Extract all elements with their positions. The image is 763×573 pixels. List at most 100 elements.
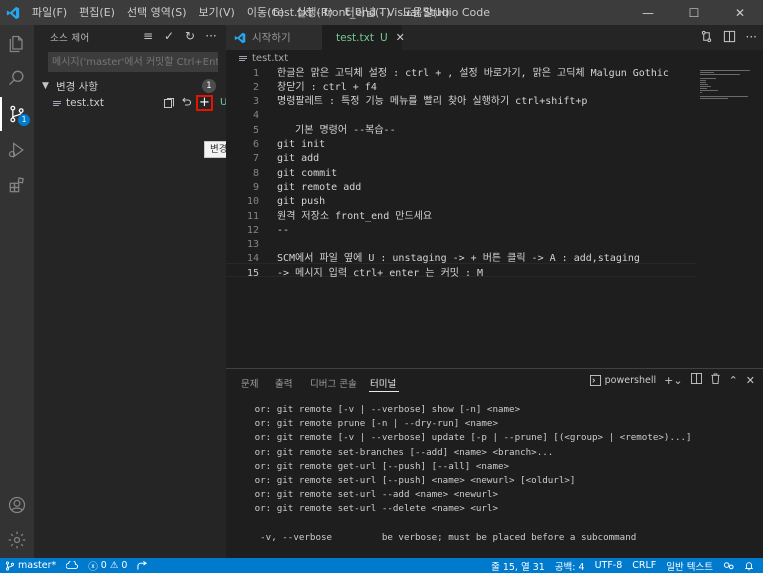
terminal-text: or: git remote set-url --delete <name> <… — [238, 503, 498, 515]
source-control-icon[interactable] — [0, 97, 34, 131]
terminal-text: or: git remote get-url [--push] [--all] … — [238, 460, 510, 472]
feedback-icon[interactable] — [718, 561, 739, 571]
more-actions-icon[interactable]: ··· — [746, 30, 757, 46]
view-as-list-icon[interactable]: ≡ — [141, 29, 155, 43]
more-actions-icon[interactable]: ··· — [204, 29, 218, 43]
code-line[interactable]: 6 git init — [226, 138, 696, 152]
code-line[interactable]: 3 명령팔레트 : 특정 기능 메뉴를 빨리 찾아 실행하기 ctrl+shift… — [226, 95, 696, 109]
account-icon[interactable] — [0, 488, 34, 522]
settings-gear-icon[interactable] — [0, 523, 34, 557]
minimap-line — [700, 88, 707, 89]
kill-terminal-icon[interactable] — [710, 373, 721, 387]
stage-changes-button[interactable]: + — [196, 94, 213, 111]
line-number: 10 — [246, 196, 259, 208]
tab-test-txt[interactable]: test.txt U ✕ — [322, 25, 405, 50]
discard-changes-icon[interactable] — [179, 96, 192, 109]
changed-file-row[interactable]: test.txt + U — [34, 94, 227, 111]
changes-group-header[interactable]: ▼ 변경 사항 1 — [34, 77, 226, 95]
menu-go[interactable]: 이동(G) — [241, 0, 290, 25]
menu-run[interactable]: 실행(R) — [290, 0, 338, 25]
language-mode[interactable]: 일반 텍스트 — [661, 559, 718, 573]
menu-file[interactable]: 파일(F) — [26, 0, 73, 25]
menu-help[interactable]: 도움말(H) — [396, 0, 455, 25]
terminal-line: or: git remote set-url --delete <name> <… — [238, 502, 758, 516]
line-number: 7 — [252, 153, 259, 165]
code-line[interactable]: 11 원격 저장소 front_end 만드세요 — [226, 210, 696, 224]
code-line[interactable]: 9 git remote add — [226, 181, 696, 195]
code-line[interactable]: 7 git add — [226, 152, 696, 166]
tab-welcome[interactable]: 시작하기 — [226, 25, 322, 50]
cursor-position[interactable]: 줄 15, 열 31 — [486, 559, 550, 573]
menu-view[interactable]: 보기(V) — [192, 0, 240, 25]
line-number: 13 — [246, 239, 259, 251]
tab-terminal[interactable]: 터미널 — [370, 376, 396, 390]
code-text: git push — [277, 196, 326, 208]
open-file-icon[interactable] — [162, 96, 175, 109]
open-changes-icon[interactable] — [700, 30, 713, 46]
refresh-icon[interactable]: ↻ — [183, 29, 197, 43]
breadcrumb[interactable]: test.txt — [226, 50, 763, 66]
branch-icon — [5, 561, 15, 570]
shell-selector[interactable]: powershell — [589, 374, 656, 386]
code-line[interactable]: 2 창닫기 : ctrl + f4 — [226, 81, 696, 95]
text-file-icon — [53, 100, 61, 106]
extensions-icon[interactable] — [0, 168, 34, 202]
minimize-button[interactable]: — — [625, 0, 671, 25]
branch-indicator[interactable]: master* — [0, 560, 61, 571]
menu-terminal[interactable]: 터미널(T) — [339, 0, 397, 25]
scm-count-badge: 1 — [18, 114, 30, 126]
code-line[interactable]: 1 한글은 맑은 고딕체 설정 : ctrl + , 설정 바로가기, 맑은 고딕… — [226, 67, 696, 81]
code-line[interactable]: 12 -- — [226, 224, 696, 238]
vscode-tab-icon — [234, 32, 246, 43]
code-line[interactable]: 14 SCM에서 파일 옆에 U : unstaging -> + 버튼 클릭 -… — [226, 252, 696, 266]
maximize-panel-icon[interactable]: ⌃ — [729, 374, 738, 387]
code-line[interactable]: 8 git commit — [226, 167, 696, 181]
code-text: git commit — [277, 167, 338, 179]
close-tab-icon[interactable]: ✕ — [396, 31, 405, 44]
changes-count-badge: 1 — [202, 79, 216, 93]
terminal-icon — [589, 374, 601, 386]
window-controls: — ☐ ✕ — [625, 0, 763, 25]
commit-message-input[interactable] — [48, 52, 218, 72]
problems-indicator[interactable]: ⓧ 0 ⚠ 0 — [83, 559, 132, 573]
split-editor-icon[interactable] — [723, 30, 736, 46]
tab-problems[interactable]: 문제 — [241, 376, 258, 390]
indentation[interactable]: 공백: 4 — [550, 559, 590, 573]
menu-selection[interactable]: 선택 영역(S) — [121, 0, 193, 25]
run-debug-icon[interactable] — [0, 133, 34, 167]
close-panel-icon[interactable]: ✕ — [746, 374, 755, 387]
line-number: 2 — [252, 81, 259, 93]
code-line[interactable]: 13 — [226, 238, 696, 252]
maximize-button[interactable]: ☐ — [671, 0, 717, 25]
explorer-icon[interactable] — [0, 27, 34, 61]
terminal-text: -v, --verbose be verbose; must be placed… — [238, 531, 637, 543]
code-line[interactable]: 10 git push — [226, 195, 696, 209]
tab-output[interactable]: 출력 — [275, 376, 292, 390]
panel-actions: powershell +⌄ ⌃ ✕ — [589, 373, 755, 387]
minimap-line — [700, 70, 750, 71]
commit-check-icon[interactable]: ✓ — [162, 29, 176, 43]
end-of-line[interactable]: CRLF — [627, 560, 661, 571]
tab-debug-console[interactable]: 디버그 콘솔 — [310, 376, 357, 390]
live-share-icon[interactable] — [132, 560, 153, 571]
sync-icon[interactable] — [61, 560, 83, 571]
menu-edit[interactable]: 편집(E) — [73, 0, 121, 25]
search-icon[interactable] — [0, 61, 34, 95]
minimap[interactable] — [696, 66, 763, 360]
code-line[interactable]: 5 기본 명령어 --복습-- — [226, 124, 696, 138]
warning-icon: ⚠ — [109, 560, 119, 571]
split-terminal-icon[interactable] — [690, 373, 702, 387]
changed-file-name: test.txt — [66, 96, 104, 109]
minimap-line — [700, 86, 711, 87]
encoding[interactable]: UTF-8 — [590, 560, 628, 571]
terminal-output[interactable]: or: git remote [-v | --verbose] show [-n… — [238, 403, 758, 573]
close-window-button[interactable]: ✕ — [717, 0, 763, 25]
code-text: git init — [277, 139, 326, 150]
code-line[interactable]: 15 -> 메시지 입력 ctrl+ enter 는 커밋 : M — [226, 267, 696, 281]
notifications-bell-icon[interactable] — [739, 561, 759, 571]
new-terminal-icon[interactable]: +⌄ — [664, 374, 682, 387]
code-text: 명령팔레트 : 특정 기능 메뉴를 빨리 찾아 실행하기 ctrl+shift+… — [277, 96, 588, 108]
branch-name: master* — [18, 560, 57, 571]
code-line[interactable]: 4 — [226, 109, 696, 123]
code-editor[interactable]: 1 한글은 맑은 고딕체 설정 : ctrl + , 설정 바로가기, 맑은 고딕… — [226, 66, 696, 360]
